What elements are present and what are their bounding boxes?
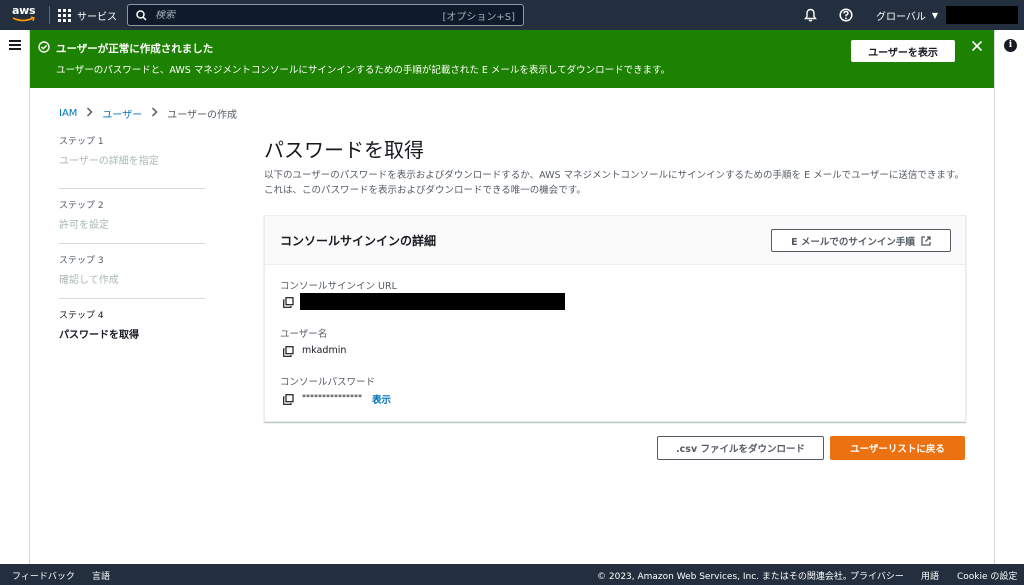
- download-csv-button[interactable]: .csv ファイルをダウンロード: [657, 436, 824, 460]
- signin-url-label: コンソールサインイン URL: [280, 281, 397, 292]
- flash-message: ユーザーのパスワードと、AWS マネジメントコンソールにサインインするための手順…: [56, 65, 671, 76]
- language-link[interactable]: 言語: [92, 569, 110, 582]
- password-label: コンソールパスワード: [280, 377, 376, 388]
- aws-logo-text: aws: [12, 4, 36, 17]
- chevron-right-icon: [86, 107, 93, 120]
- help-icon[interactable]: [838, 7, 854, 23]
- return-to-users-list-button[interactable]: ユーザーリストに戻る: [830, 436, 965, 460]
- step-label: パスワードを取得: [59, 330, 139, 341]
- breadcrumb: IAM ユーザー ユーザーの作成: [59, 106, 237, 121]
- wizard-step-3: ステップ 3 確認して作成: [59, 244, 205, 299]
- top-navigation: aws サービス [オプション+S] グローバル ▼: [0, 0, 1024, 30]
- step-label: 許可を設定: [59, 220, 109, 231]
- region-label: グローバル: [876, 11, 926, 23]
- feedback-link[interactable]: フィードバック: [12, 569, 75, 582]
- show-password-link[interactable]: 表示: [372, 392, 391, 406]
- close-icon[interactable]: [970, 40, 984, 54]
- search-icon: [136, 9, 147, 21]
- aws-smile-icon: [12, 16, 35, 22]
- services-menu-button[interactable]: サービス: [58, 0, 117, 30]
- footer: フィードバック 言語 © 2023, Amazon Web Services, …: [0, 564, 1024, 585]
- console-signin-details-panel: コンソールサインインの詳細 E メールでのサインイン手順 コンソールサインイン …: [264, 215, 966, 422]
- copyright-text: © 2023, Amazon Web Services, Inc. またはその関…: [597, 572, 852, 582]
- hamburger-menu-icon[interactable]: [9, 40, 21, 50]
- notifications-bell-icon[interactable]: [802, 7, 818, 23]
- privacy-link[interactable]: プライバシー: [850, 569, 904, 582]
- step-number: ステップ 4: [59, 311, 104, 321]
- services-label: サービス: [77, 11, 117, 23]
- caret-down-icon: ▼: [931, 10, 939, 20]
- step-number: ステップ 3: [59, 256, 104, 266]
- breadcrumb-current: ユーザーの作成: [167, 110, 238, 121]
- wizard-step-1: ステップ 1 ユーザーの詳細を指定: [59, 134, 205, 189]
- view-user-button[interactable]: ユーザーを表示: [851, 40, 955, 62]
- grid-icon: [58, 8, 71, 22]
- username-label: ユーザー名: [280, 329, 328, 340]
- step-number: ステップ 2: [59, 201, 104, 211]
- flash-title: ユーザーが正常に作成されました: [56, 43, 214, 55]
- password-value: ***************: [302, 393, 362, 402]
- page-description: 以下のユーザーのパスワードを表示およびダウンロードするか、AWS マネジメントコ…: [264, 170, 964, 196]
- signin-url-redacted[interactable]: [300, 293, 565, 310]
- copy-icon[interactable]: [283, 394, 294, 405]
- search-shortcut: [オプション+S]: [442, 11, 515, 23]
- info-icon[interactable]: i: [1004, 39, 1017, 52]
- wizard-step-2: ステップ 2 許可を設定: [59, 189, 205, 244]
- page-title: パスワードを取得: [264, 138, 424, 162]
- email-button-label: E メールでのサインイン手順: [791, 236, 915, 248]
- step-number: ステップ 1: [59, 137, 104, 147]
- chevron-right-icon: [151, 107, 158, 120]
- wizard-steps: ステップ 1 ユーザーの詳細を指定 ステップ 2 許可を設定 ステップ 3 確認…: [59, 134, 205, 354]
- right-tools-rail: i: [994, 30, 1024, 564]
- panel-header: コンソールサインインの詳細 E メールでのサインイン手順: [265, 216, 965, 265]
- search-input[interactable]: [155, 9, 415, 21]
- account-menu-redacted[interactable]: [946, 6, 1018, 24]
- step-label: ユーザーの詳細を指定: [59, 156, 159, 167]
- external-link-icon: [921, 235, 931, 246]
- step-label: 確認して作成: [59, 275, 119, 286]
- region-selector[interactable]: グローバル ▼: [876, 0, 938, 30]
- search-box[interactable]: [オプション+S]: [127, 4, 524, 26]
- nav-divider: [49, 6, 50, 24]
- copy-icon[interactable]: [283, 346, 294, 357]
- copy-icon[interactable]: [283, 297, 294, 308]
- panel-title: コンソールサインインの詳細: [280, 234, 437, 248]
- breadcrumb-users-link[interactable]: ユーザー: [102, 106, 142, 121]
- username-value: mkadmin: [302, 345, 347, 356]
- left-navigation-rail: [0, 30, 30, 564]
- email-signin-instructions-button[interactable]: E メールでのサインイン手順: [771, 229, 951, 252]
- success-flash-banner: ユーザーが正常に作成されました ユーザーのパスワードと、AWS マネジメントコン…: [30, 30, 994, 88]
- terms-link[interactable]: 用語: [921, 569, 939, 582]
- cookie-settings-link[interactable]: Cookie の設定: [957, 569, 1017, 582]
- success-check-icon: [38, 41, 50, 53]
- wizard-step-4-active: ステップ 4 パスワードを取得: [59, 299, 205, 354]
- aws-logo[interactable]: aws: [12, 5, 38, 25]
- breadcrumb-iam-link[interactable]: IAM: [59, 108, 77, 119]
